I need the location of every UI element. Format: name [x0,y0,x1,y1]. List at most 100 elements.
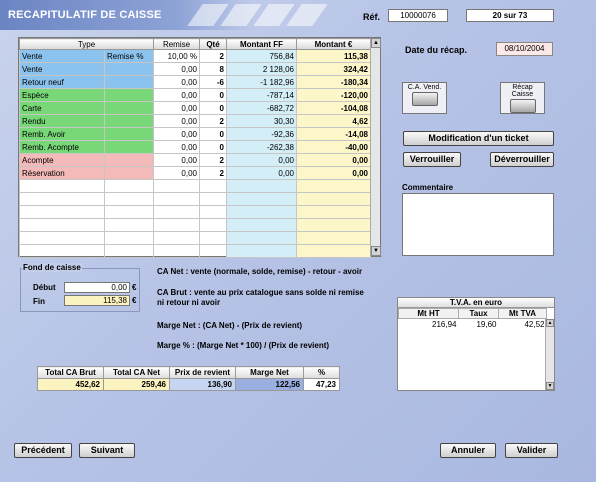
empty-cell [153,231,200,245]
table-row[interactable]: Acompte 0,00 2 0,00 0,00 [19,153,371,167]
empty-cell [19,218,105,232]
empty-cell [19,244,105,258]
col-header-type[interactable]: Type [19,38,154,50]
row-remise: 0,00 [153,88,200,102]
empty-row [19,192,371,206]
empty-cell [153,218,200,232]
row-type: Remb. Acompte [19,140,105,154]
debut-currency: € [132,283,137,292]
valider-button[interactable]: Valider [505,443,558,458]
precedent-button[interactable]: Précédent [14,443,72,458]
empty-cell [19,179,105,193]
row-montant-ff: 0,00 [226,153,297,167]
row-qte: 0 [199,88,227,102]
row-montant-ff: 2 128,06 [226,62,297,76]
ref-field[interactable]: 10000076 [388,9,448,22]
tva-title: T.V.A. en euro [398,298,554,308]
row-montant-ff: -1 182,96 [226,75,297,89]
tva-mt-ht: 216,94 [432,320,457,330]
row-type: Acompte [19,153,105,167]
grid-scrollbar[interactable]: ▲ ▼ [370,38,381,256]
header-stripe [286,4,328,26]
tva-row: 216,94 19,60 42,52 [399,319,547,331]
ref-label: Réf. [363,12,381,22]
col-header-qte[interactable]: Qté [199,38,227,50]
empty-row [19,205,371,219]
col-header-montant-eur[interactable]: Montant € [296,38,371,50]
cash-register-icon [411,92,438,106]
ca-vend-label: C.A. Vend. [407,84,442,91]
tva-scroll-up-icon[interactable]: ▲ [546,319,554,327]
suivant-button[interactable]: Suivant [79,443,135,458]
table-row[interactable]: Retour neuf 0,00 -6 -1 182,96 -180,34 [19,75,371,89]
empty-cell [19,231,105,245]
row-sub [104,75,154,89]
debut-field[interactable]: 0,00 [64,282,130,293]
row-remise: 0,00 [153,114,200,128]
empty-cell [199,192,227,206]
row-montant-ff: -92,36 [226,127,297,141]
row-type: Rendu [19,114,105,128]
col-header-remise[interactable]: Remise [153,38,200,50]
date-field[interactable]: 08/10/2004 [496,42,553,56]
ca-net-definition: CA Net : vente (normale, solde, remise) … [157,267,363,276]
row-qte: 0 [199,101,227,115]
table-row[interactable]: Réservation 0,00 2 0,00 0,00 [19,166,371,180]
row-remise: 0,00 [153,62,200,76]
row-qte: 8 [199,62,227,76]
row-type: Vente [19,49,105,63]
empty-cell [296,244,371,258]
page-title: RECAPITULATIF DE CAISSE [8,9,162,21]
scroll-down-icon[interactable]: ▼ [371,246,381,256]
row-montant-eur: 324,42 [296,62,371,76]
row-montant-eur: 0,00 [296,166,371,180]
table-row[interactable]: Vente 0,00 8 2 128,06 324,42 [19,62,371,76]
row-qte: 2 [199,153,227,167]
tva-col-mt-tva: Mt TVA [498,308,547,319]
row-type: Espèce [19,88,105,102]
empty-cell [226,244,297,258]
commentaire-field[interactable] [402,193,554,256]
row-montant-ff: 30,30 [226,114,297,128]
table-row[interactable]: Vente Remise % 10,00 % 2 756,84 115,38 [19,49,371,63]
tva-scroll-down-icon[interactable]: ▼ [546,382,554,390]
deverrouiller-button[interactable]: Déverrouiller [490,152,554,167]
scroll-up-icon[interactable]: ▲ [371,38,381,48]
ca-vend-button[interactable]: C.A. Vend. [402,82,447,114]
empty-cell [153,192,200,206]
row-type: Carte [19,101,105,115]
table-row[interactable]: Remb. Avoir 0,00 0 -92,36 -14,08 [19,127,371,141]
recap-caisse-button[interactable]: Récap Caisse [500,82,545,114]
row-sub: Remise % [104,49,154,63]
col-header-montant-ff[interactable]: Montant FF [226,38,297,50]
empty-cell [296,179,371,193]
page-indicator: 20 sur 73 [466,9,554,22]
tva-panel: T.V.A. en euro Mt HT Taux Mt TVA 216,94 … [397,297,555,391]
verrouiller-button[interactable]: Verrouiller [403,152,461,167]
row-montant-eur: 4,62 [296,114,371,128]
row-qte: 2 [199,166,227,180]
empty-cell [296,218,371,232]
tva-col-taux: Taux [458,308,499,319]
row-montant-eur: -14,08 [296,127,371,141]
fin-field[interactable]: 115,38 [64,295,130,306]
modif-ticket-button[interactable]: Modification d'un ticket [403,131,554,146]
recap-grid: Type Remise Qté Montant FF Montant € Ven… [18,37,381,258]
fin-currency: € [132,296,137,305]
pct-value: 47,23 [303,378,340,391]
row-sub [104,140,154,154]
tva-mt-tva: 42,52 [524,320,545,330]
row-type: Remb. Avoir [19,127,105,141]
table-row[interactable]: Remb. Acompte 0,00 0 -262,38 -40,00 [19,140,371,154]
table-row[interactable]: Rendu 0,00 2 30,30 4,62 [19,114,371,128]
row-remise: 0,00 [153,166,200,180]
table-row[interactable]: Carte 0,00 0 -682,72 -104,08 [19,101,371,115]
tva-scrollbar[interactable]: ▲ ▼ [545,319,554,390]
empty-cell [296,231,371,245]
row-montant-ff: 0,00 [226,166,297,180]
annuler-button[interactable]: Annuler [440,443,496,458]
empty-cell [199,205,227,219]
table-row[interactable]: Espèce 0,00 0 -787,14 -120,00 [19,88,371,102]
row-montant-eur: -120,00 [296,88,371,102]
row-qte: 0 [199,140,227,154]
